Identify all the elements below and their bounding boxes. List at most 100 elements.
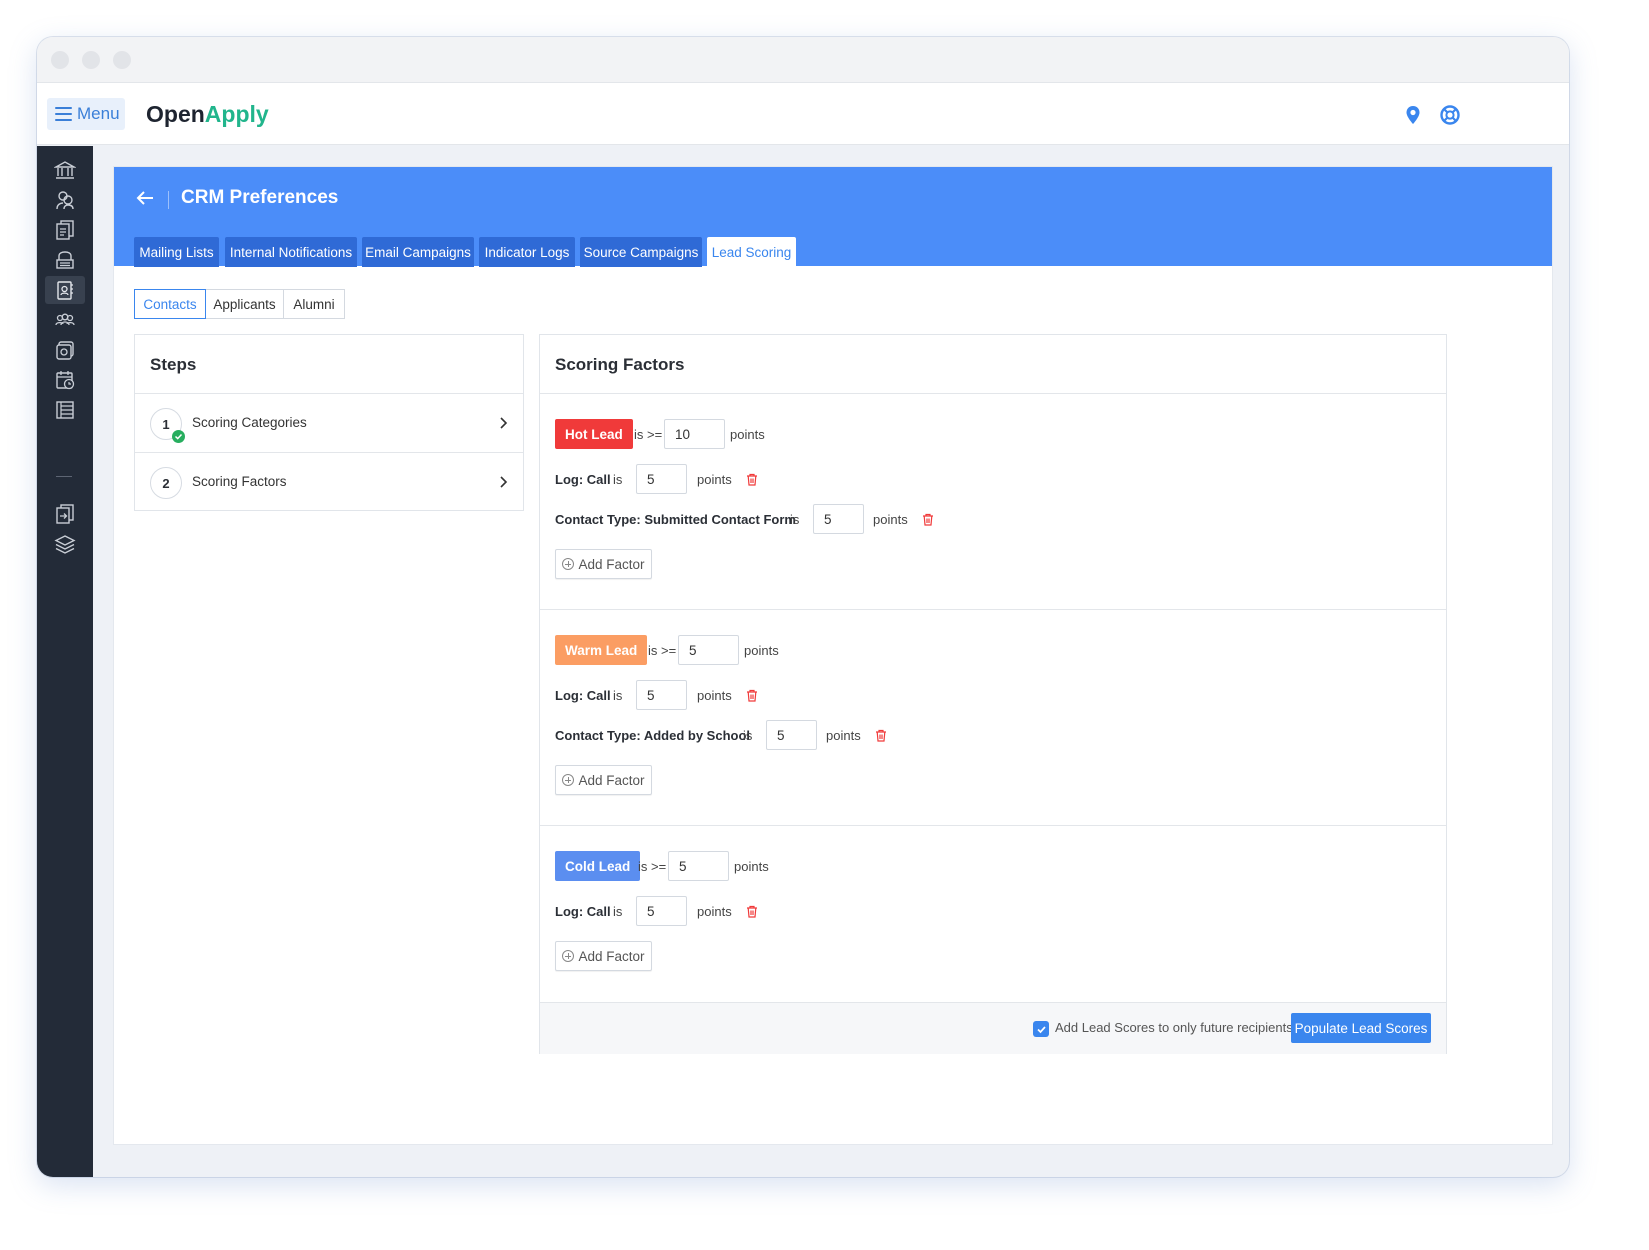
segment-alumni[interactable]: Alumni — [283, 289, 345, 319]
factor-points-input[interactable]: 5 — [813, 504, 864, 534]
chevron-right-icon — [500, 417, 508, 429]
points-label: points — [730, 427, 765, 442]
sidebar-item-calendar[interactable] — [45, 366, 85, 394]
back-arrow-icon[interactable] — [134, 187, 156, 209]
scoring-factors-card: Scoring Factors Hot Lead is >= 10 points… — [539, 334, 1447, 1054]
step-scoring-categories[interactable]: 1 Scoring Categories — [135, 394, 523, 452]
future-recipients-label: Add Lead Scores to only future recipient… — [1055, 1020, 1293, 1035]
scoring-factors-title: Scoring Factors — [555, 355, 685, 374]
tab-email-campaigns[interactable]: Email Campaigns — [362, 237, 474, 267]
location-pin-icon[interactable] — [1402, 104, 1424, 126]
tab-internal-notifications[interactable]: Internal Notifications — [225, 237, 357, 267]
add-factor-button[interactable]: Add Factor — [555, 941, 652, 971]
menu-button[interactable]: Menu — [47, 98, 125, 130]
is-label: is — [743, 728, 753, 743]
sidebar-item-groups[interactable] — [45, 306, 85, 334]
threshold-operator: is >= — [648, 643, 677, 658]
window-minimize-dot[interactable] — [82, 51, 100, 69]
points-label: points — [826, 728, 861, 743]
add-factor-button[interactable]: Add Factor — [555, 549, 652, 579]
scoring-footer: Add Lead Scores to only future recipient… — [540, 1002, 1446, 1054]
divider — [540, 393, 1446, 394]
trash-icon[interactable] — [875, 729, 887, 742]
is-label: is — [613, 904, 623, 919]
hamburger-icon — [55, 107, 72, 121]
help-lifebuoy-icon[interactable] — [1439, 104, 1461, 126]
banner-separator — [168, 191, 169, 209]
plus-circle-icon — [562, 558, 575, 570]
users-icon — [56, 191, 74, 210]
sidebar-item-export[interactable] — [45, 500, 85, 528]
sidebar-item-inbox[interactable] — [45, 246, 85, 274]
camera-icon — [56, 341, 74, 360]
sidebar-item-documents[interactable] — [45, 216, 85, 244]
add-factor-button[interactable]: Add Factor — [555, 765, 652, 795]
segment-applicants[interactable]: Applicants — [205, 289, 284, 319]
sidebar-item-contacts[interactable] — [45, 276, 85, 304]
sidebar-item-media[interactable] — [45, 336, 85, 364]
add-factor-label: Add Factor — [578, 556, 645, 572]
factor-label: Contact Type: Submitted Contact Form — [555, 512, 796, 527]
factor-points-input[interactable]: 5 — [636, 896, 687, 926]
chevron-right-icon — [500, 476, 508, 488]
tab-source-campaigns[interactable]: Source Campaigns — [580, 237, 702, 267]
cold-lead-threshold-input[interactable]: 5 — [668, 851, 729, 881]
check-icon — [172, 430, 185, 443]
menu-label: Menu — [77, 104, 120, 123]
crm-preferences-panel: CRM Preferences Mailing Lists Internal N… — [114, 167, 1552, 1144]
trash-icon[interactable] — [922, 513, 934, 526]
add-factor-label: Add Factor — [578, 772, 645, 788]
step-label: Scoring Factors — [192, 474, 287, 489]
window-maximize-dot[interactable] — [113, 51, 131, 69]
groups-icon — [55, 313, 75, 326]
trash-icon[interactable] — [746, 905, 758, 918]
sidebar — [37, 146, 93, 1177]
steps-card: Steps 1 Scoring Categories 2 Scoring Fac… — [134, 334, 524, 511]
populate-lead-scores-button[interactable]: Populate Lead Scores — [1291, 1013, 1431, 1043]
checkmark-icon — [1036, 1025, 1046, 1033]
warm-lead-threshold-input[interactable]: 5 — [678, 635, 739, 665]
tab-lead-scoring[interactable]: Lead Scoring — [707, 237, 796, 267]
divider — [540, 609, 1446, 610]
points-label: points — [697, 688, 732, 703]
factor-points-input[interactable]: 5 — [636, 680, 687, 710]
add-factor-label: Add Factor — [578, 948, 645, 964]
future-recipients-checkbox[interactable] — [1033, 1021, 1049, 1037]
is-label: is — [613, 472, 623, 487]
threshold-operator: is >= — [634, 427, 663, 442]
documents-icon — [56, 220, 74, 240]
inbox-icon — [56, 251, 74, 269]
bank-icon — [54, 161, 76, 179]
hot-lead-threshold-input[interactable]: 10 — [664, 419, 725, 449]
sidebar-item-layers[interactable] — [45, 530, 85, 558]
sidebar-item-people[interactable] — [45, 186, 85, 214]
hot-lead-badge: Hot Lead — [555, 419, 633, 449]
is-label: is — [613, 688, 623, 703]
app-window: Menu OpenApply CRM Preferences Mailing L… — [37, 37, 1569, 1177]
sidebar-divider — [56, 476, 72, 477]
page-banner: CRM Preferences Mailing Lists Internal N… — [114, 167, 1552, 267]
sidebar-item-lists[interactable] — [45, 396, 85, 424]
segment-contacts[interactable]: Contacts — [134, 289, 206, 319]
step-scoring-factors[interactable]: 2 Scoring Factors — [135, 453, 523, 511]
factor-label: Log: Call — [555, 688, 611, 703]
points-label: points — [873, 512, 908, 527]
tab-mailing-lists[interactable]: Mailing Lists — [134, 237, 219, 267]
trash-icon[interactable] — [746, 689, 758, 702]
trash-icon[interactable] — [746, 473, 758, 486]
layers-icon — [54, 535, 76, 554]
factor-points-input[interactable]: 5 — [766, 720, 817, 750]
plus-circle-icon — [562, 774, 575, 786]
logo-text-open: Open — [146, 101, 205, 127]
points-label: points — [744, 643, 779, 658]
app-logo[interactable]: OpenApply — [146, 101, 269, 128]
tab-indicator-logs[interactable]: Indicator Logs — [479, 237, 575, 267]
list-icon — [56, 401, 74, 419]
sidebar-item-institution[interactable] — [45, 156, 85, 184]
factor-label: Contact Type: Added by School — [555, 728, 751, 743]
calendar-icon — [56, 371, 75, 390]
factor-points-input[interactable]: 5 — [636, 464, 687, 494]
cold-lead-badge: Cold Lead — [555, 851, 641, 881]
factor-label: Log: Call — [555, 904, 611, 919]
window-close-dot[interactable] — [51, 51, 69, 69]
